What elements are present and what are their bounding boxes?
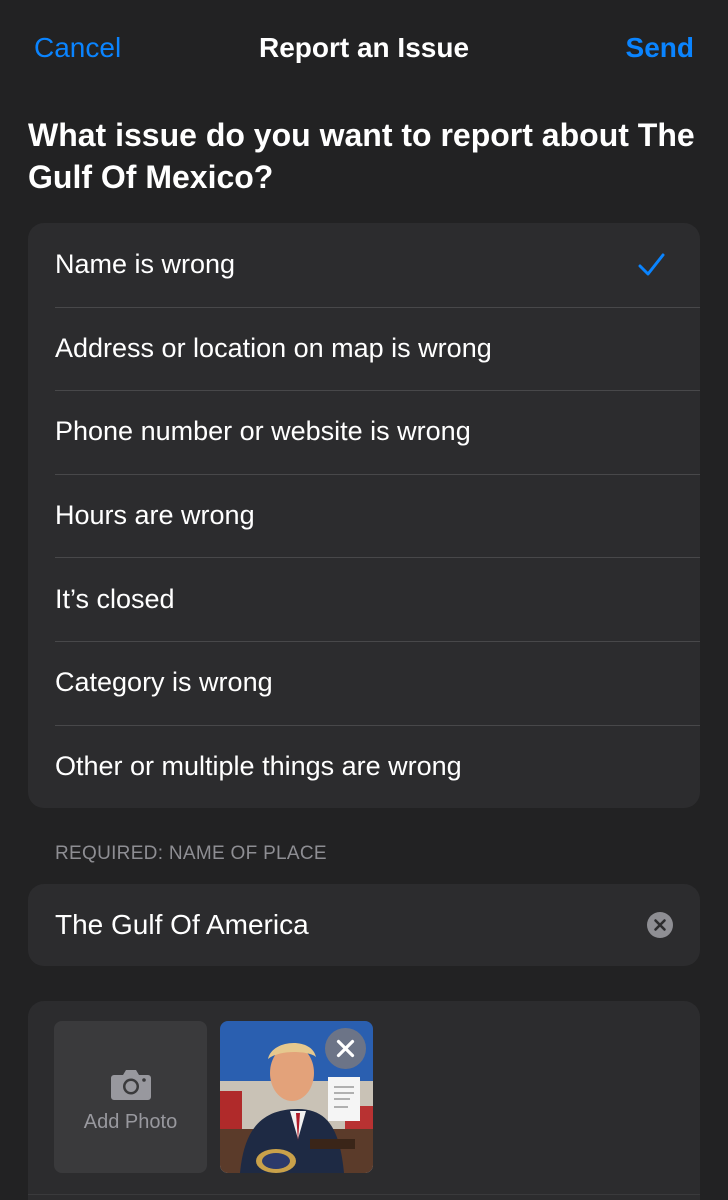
option-hours-wrong[interactable]: Hours are wrong xyxy=(28,473,700,558)
option-closed[interactable]: It’s closed xyxy=(28,557,700,641)
option-label: Name is wrong xyxy=(55,249,236,280)
option-name-wrong[interactable]: Name is wrong xyxy=(28,223,700,307)
clear-icon[interactable] xyxy=(647,912,673,938)
option-label: Other or multiple things are wrong xyxy=(55,750,462,781)
place-name-input[interactable] xyxy=(55,884,615,966)
cancel-button[interactable]: Cancel xyxy=(34,30,121,66)
option-label: Hours are wrong xyxy=(55,500,255,531)
option-category-wrong[interactable]: Category is wrong xyxy=(28,640,700,725)
remove-photo-button[interactable] xyxy=(325,1028,366,1069)
add-photo-label: Add Photo xyxy=(83,1111,178,1133)
name-section-header: REQUIRED: NAME OF PLACE xyxy=(55,843,327,864)
issue-options-list: Name is wrong Address or location on map… xyxy=(28,223,700,809)
option-other-wrong[interactable]: Other or multiple things are wrong xyxy=(28,724,700,809)
send-button[interactable]: Send xyxy=(626,30,694,66)
name-field xyxy=(28,884,700,966)
option-label: Address or location on map is wrong xyxy=(55,332,492,363)
question-heading: What issue do you want to report about T… xyxy=(28,117,695,195)
add-photo-button[interactable]: Add Photo xyxy=(54,1021,207,1173)
photos-card: Add Photo xyxy=(28,1001,700,1200)
divider xyxy=(28,1194,700,1195)
report-issue-screen: Cancel Report an Issue Send What issue d… xyxy=(0,0,728,1200)
option-address-wrong[interactable]: Address or location on map is wrong xyxy=(28,306,700,391)
option-label: Category is wrong xyxy=(55,667,273,698)
camera-icon xyxy=(111,1070,151,1100)
nav-bar: Cancel Report an Issue Send xyxy=(0,0,728,96)
close-icon xyxy=(336,1039,355,1058)
checkmark-icon xyxy=(638,253,665,276)
option-label: It’s closed xyxy=(55,583,175,614)
option-phone-website-wrong[interactable]: Phone number or website is wrong xyxy=(28,390,700,474)
option-label: Phone number or website is wrong xyxy=(55,416,471,447)
